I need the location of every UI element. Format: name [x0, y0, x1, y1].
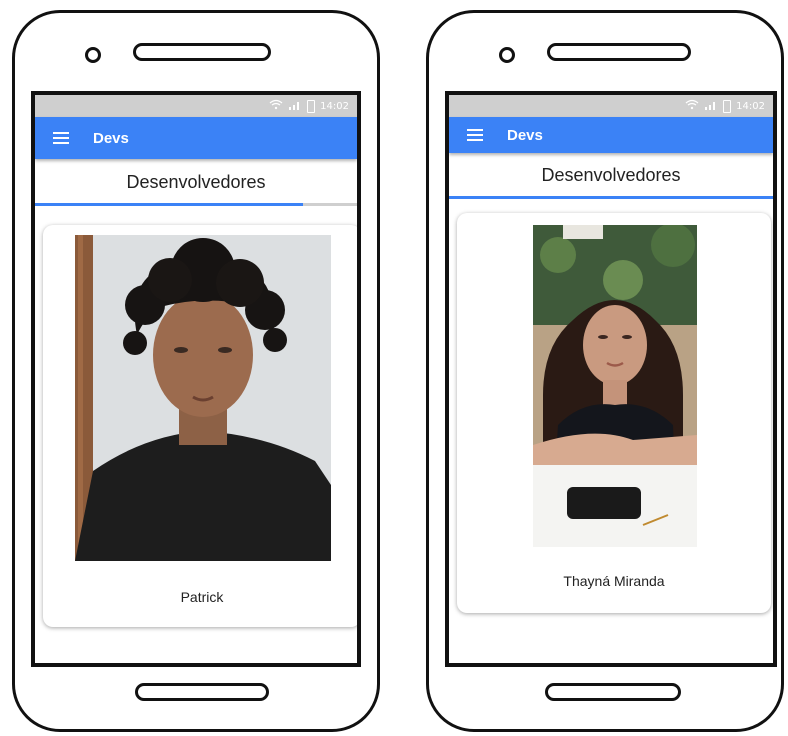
tab-label: Desenvolvedores [541, 165, 681, 185]
tab-label: Desenvolvedores [126, 172, 266, 192]
developer-name: Patrick [180, 589, 224, 605]
developer-card[interactable]: Thayná Miranda [457, 213, 771, 613]
camera-dot [499, 47, 515, 63]
app-bar: Devs [35, 117, 357, 159]
app-title: Devs [93, 129, 129, 147]
tab-desenvolvedores[interactable]: Desenvolvedores [449, 153, 773, 199]
battery-icon [307, 99, 316, 113]
tab-desenvolvedores[interactable]: Desenvolvedores [35, 159, 357, 206]
tab-indicator [449, 196, 773, 199]
camera-dot [85, 47, 101, 63]
phone-mockup-1: 14:02 Devs Desenvolvedores Patrick [12, 10, 380, 732]
menu-icon[interactable] [53, 132, 69, 144]
status-time: 14:02 [736, 100, 765, 112]
menu-icon[interactable] [467, 129, 483, 141]
app-bar: Devs [449, 117, 773, 153]
wifi-icon [269, 99, 283, 113]
app-title: Devs [507, 126, 543, 144]
signal-icon [704, 99, 718, 113]
developer-photo [75, 235, 331, 561]
tab-indicator [35, 203, 303, 206]
developer-photo [533, 225, 697, 547]
wifi-icon [685, 99, 699, 113]
speaker-slot [133, 43, 271, 61]
developer-card[interactable]: Patrick [43, 225, 357, 627]
status-bar: 14:02 [35, 95, 357, 117]
status-time: 14:02 [320, 100, 349, 112]
home-button [545, 683, 681, 701]
battery-icon [723, 99, 732, 113]
developer-name: Thayná Miranda [563, 573, 665, 589]
phone-screen: 14:02 Devs Desenvolvedores [31, 91, 361, 667]
home-button [135, 683, 269, 701]
signal-icon [288, 99, 302, 113]
phone-screen: 14:02 Devs Desenvolvedores [445, 91, 777, 667]
status-bar: 14:02 [449, 95, 773, 117]
speaker-slot [547, 43, 691, 61]
phone-mockup-2: 14:02 Devs Desenvolvedores Thayná Mirand… [426, 10, 784, 732]
